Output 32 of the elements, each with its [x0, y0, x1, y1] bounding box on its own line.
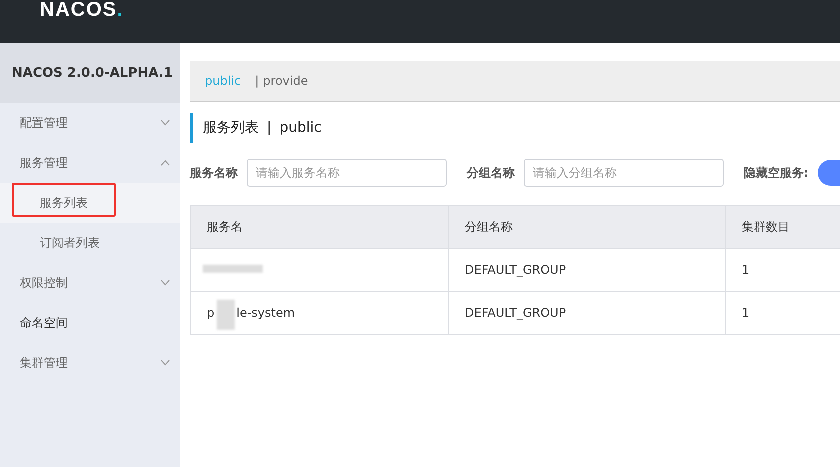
- toggle-label: 隐藏空服务:: [744, 164, 809, 182]
- column-header: 服务名: [206, 218, 244, 236]
- input-field[interactable]: 请输入分组名称: [524, 159, 724, 187]
- table-cell: 1: [725, 249, 840, 291]
- menu-item[interactable]: 命名空间: [0, 303, 180, 343]
- menu-item[interactable]: 配置管理: [0, 103, 180, 143]
- table-cell: DEFAULT_GROUP: [448, 249, 725, 291]
- submenu-item[interactable]: 订阅者列表: [0, 223, 180, 263]
- column-header: 集群数目: [725, 206, 840, 248]
- table-cell: le-system: [236, 306, 296, 320]
- menu-item[interactable]: 权限控制: [0, 263, 180, 303]
- namespace-link[interactable]: provide: [263, 74, 308, 88]
- filter-label: 服务名称: [190, 164, 238, 182]
- separator: |: [255, 74, 260, 88]
- version-label: NACOS 2.0.0-ALPHA.1: [0, 43, 180, 103]
- chevron-icon: [161, 360, 170, 366]
- logo[interactable]: NACOS.: [40, 0, 124, 21]
- submenu-item[interactable]: 服务列表: [0, 183, 180, 223]
- menu-item[interactable]: 集群管理: [0, 343, 180, 383]
- menu-item[interactable]: 服务管理: [0, 143, 180, 183]
- column-header: 分组名称: [448, 206, 725, 248]
- table-cell: p: [207, 306, 215, 320]
- table-cell: DEFAULT_GROUP: [448, 292, 725, 334]
- input-field[interactable]: 请输入服务名称: [247, 159, 447, 187]
- chevron-icon: [161, 160, 170, 166]
- filter-label: 分组名称: [467, 164, 515, 182]
- table-cell: 1: [725, 292, 840, 334]
- chevron-icon: [161, 120, 170, 126]
- chevron-icon: [161, 280, 170, 286]
- page-title: 服务列表: [203, 119, 259, 137]
- title-separator: |: [267, 120, 272, 136]
- namespace-name: public: [280, 120, 322, 136]
